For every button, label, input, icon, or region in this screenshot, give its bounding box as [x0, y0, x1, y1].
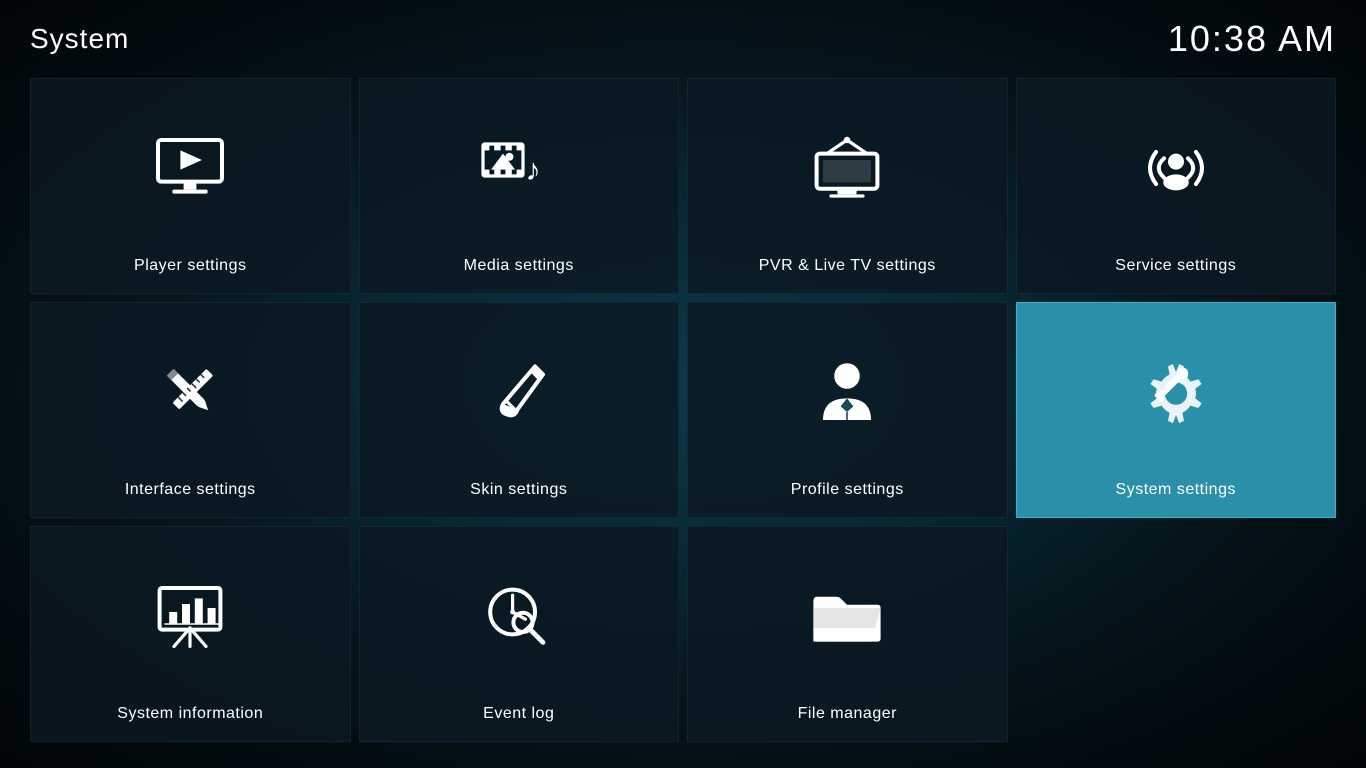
profile-settings-icon-area	[807, 303, 887, 481]
media-settings-label: Media settings	[464, 257, 574, 275]
interface-settings-icon-area	[150, 303, 230, 481]
eventlog-icon	[479, 576, 559, 656]
event-log-icon-area	[479, 527, 559, 705]
system-information-label: System information	[117, 705, 263, 723]
media-icon: ♪	[479, 128, 559, 208]
player-settings-icon-area	[150, 79, 230, 257]
system-settings-icon-area	[1136, 303, 1216, 481]
interface-icon	[150, 352, 230, 432]
skin-settings-label: Skin settings	[470, 481, 567, 499]
grid-item-skin-settings[interactable]: Skin settings	[359, 302, 680, 518]
player-icon	[150, 128, 230, 208]
grid-item-media-settings[interactable]: ♪ Media settings	[359, 78, 680, 294]
event-log-label: Event log	[483, 705, 554, 723]
grid-item-empty	[1016, 526, 1337, 742]
svg-text:♪: ♪	[525, 153, 540, 187]
grid-item-player-settings[interactable]: Player settings	[30, 78, 351, 294]
file-manager-icon-area	[807, 527, 887, 705]
clock: 10:38 AM	[1168, 18, 1336, 60]
settings-grid: Player settings ♪ Media sett	[0, 70, 1366, 762]
page-title: System	[30, 23, 129, 55]
profile-settings-label: Profile settings	[791, 481, 904, 499]
service-settings-icon-area	[1136, 79, 1216, 257]
player-settings-label: Player settings	[134, 257, 246, 275]
grid-item-file-manager[interactable]: File manager	[687, 526, 1008, 742]
pvr-icon	[807, 128, 887, 208]
system-settings-label: System settings	[1116, 481, 1236, 499]
skin-settings-icon-area	[479, 303, 559, 481]
system-information-icon-area	[150, 527, 230, 705]
grid-item-service-settings[interactable]: Service settings	[1016, 78, 1337, 294]
header: System 10:38 AM	[0, 0, 1366, 70]
filemanager-icon	[807, 576, 887, 656]
system-icon	[1136, 352, 1216, 432]
service-icon	[1136, 128, 1216, 208]
grid-item-profile-settings[interactable]: Profile settings	[687, 302, 1008, 518]
media-settings-icon-area: ♪	[479, 79, 559, 257]
grid-item-interface-settings[interactable]: Interface settings	[30, 302, 351, 518]
pvr-settings-icon-area	[807, 79, 887, 257]
service-settings-label: Service settings	[1115, 257, 1236, 275]
sysinfo-icon	[150, 576, 230, 656]
grid-item-system-settings[interactable]: System settings	[1016, 302, 1337, 518]
pvr-settings-label: PVR & Live TV settings	[759, 257, 936, 275]
interface-settings-label: Interface settings	[125, 481, 256, 499]
file-manager-label: File manager	[798, 705, 897, 723]
grid-item-pvr-settings[interactable]: PVR & Live TV settings	[687, 78, 1008, 294]
profile-icon	[807, 352, 887, 432]
skin-icon	[479, 352, 559, 432]
grid-item-event-log[interactable]: Event log	[359, 526, 680, 742]
grid-item-system-information[interactable]: System information	[30, 526, 351, 742]
